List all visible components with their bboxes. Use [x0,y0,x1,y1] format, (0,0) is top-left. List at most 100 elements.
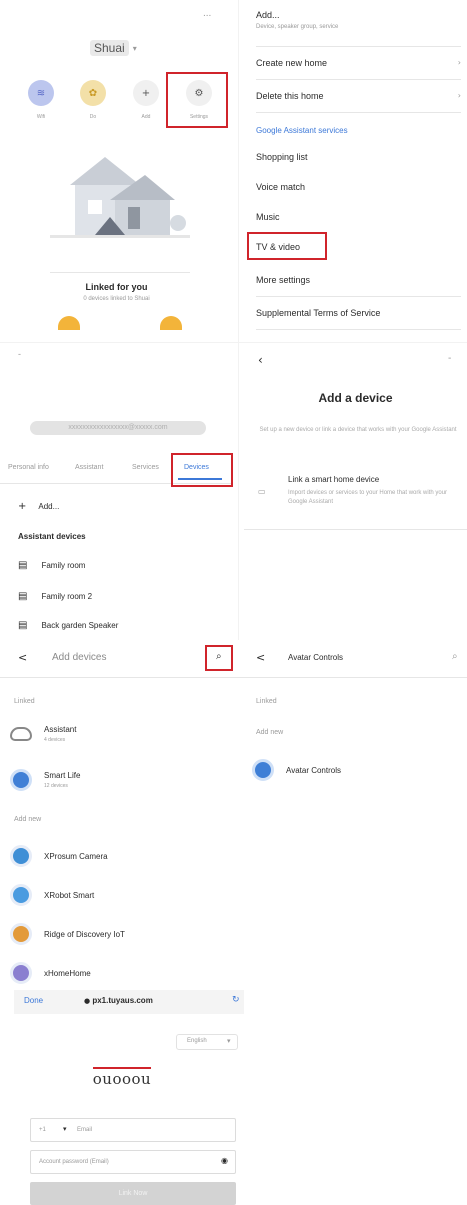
divider [50,272,190,273]
new-service-row[interactable]: Ridge of Discovery IoT [10,923,125,945]
option-subtitle: Import devices or services to your Home … [288,490,448,505]
done-button[interactable]: Done [24,996,43,1005]
home-selector[interactable]: Shuai ▾ [90,40,137,56]
tab-services[interactable]: Services [132,464,159,471]
linked-service-row[interactable]: Assistant 4 devices [10,725,76,743]
avatar-logo-icon [252,759,274,781]
highlight-settings [166,72,228,128]
new-service-row[interactable]: XProsum Camera [10,845,108,867]
option-title: Link a smart home device [288,475,380,484]
section-header: Add new [256,729,284,736]
new-service-row[interactable]: XRobot Smart [10,884,94,906]
speaker-icon: ▤ [18,620,28,631]
account-panel: - xxxxxxxxxxxxxxxxx@xxxxx.com Personal i… [0,345,233,640]
highlight-tv-video [247,232,327,260]
service-more-settings[interactable]: More settings [256,275,310,285]
link-now-button[interactable]: Link Now [30,1182,236,1205]
section-header: Assistant devices [18,532,86,541]
divider [0,677,244,678]
phone-field[interactable]: +1 ▾ Email [30,1118,236,1142]
country-code: +1 [39,1127,46,1133]
url-bar[interactable]: ● px1.tuyaus.com [84,996,153,1005]
linked-subtitle: 0 devices linked to Shuai [83,296,150,302]
service-name: xHomeHome [44,968,91,978]
service-voice-match[interactable]: Voice match [256,182,305,192]
device-row[interactable]: ▤ Back garden Speaker [18,620,118,631]
password-field[interactable]: Account password (Email) ◉ [30,1150,236,1174]
result-name: Avatar Controls [286,765,341,775]
add-new-list-panel: XProsum Camera XRobot Smart Ridge of Disco… [0,825,244,990]
bulb-icon[interactable]: ✿ [80,80,106,106]
panel-separator [238,0,239,640]
divider [256,46,461,47]
add-label: Add... [38,502,60,511]
speaker-icon: ▤ [18,591,28,602]
device-row[interactable]: ▤ Family room 2 [18,591,92,602]
device-name: Family room [41,561,86,570]
overflow-menu-icon[interactable]: ... [203,8,211,19]
back-arrow-icon[interactable]: < [18,651,27,664]
page-description: Set up a new device or link a device tha… [259,427,457,433]
settings-item-delete-home[interactable]: Delete this home › [256,91,461,101]
bulb-icon [58,316,80,330]
smart-life-icon [10,769,32,791]
page-title: Add devices [52,652,107,663]
divider [256,329,461,330]
linked-title: Linked for you [85,282,148,292]
service-name: XProsum Camera [44,851,108,861]
search-query[interactable]: Avatar Controls [288,653,343,662]
service-terms[interactable]: Supplemental Terms of Service [256,308,380,318]
chevron-down-icon: ▾ [227,1037,231,1045]
cloud-icon [10,727,32,741]
login-panel: Done ● px1.tuyaus.com ↻ English ▾ ouooou… [0,990,244,1205]
new-service-row[interactable]: xHomeHome [10,962,91,984]
tab-personal-info[interactable]: Personal info [8,464,49,471]
plus-icon[interactable]: + [133,80,159,106]
shortcut-label: Add [141,114,151,120]
eye-icon[interactable]: ◉ [221,1156,228,1165]
item-label: Create new home [256,58,328,68]
highlight-search [205,645,233,671]
add-devices-panel: < Add devices ⌕ Linked Assistant 4 device… [0,643,244,825]
search-result-panel: < Avatar Controls ⌕ Linked Add new Avata… [244,643,467,843]
tab-assistant[interactable]: Assistant [75,464,103,471]
camera-logo-icon [10,845,32,867]
divider [256,79,461,80]
chevron-down-icon: ▾ [132,43,137,53]
browser-bar: Done ● px1.tuyaus.com ↻ [14,990,244,1014]
lock-icon: ● [84,997,91,1005]
reload-icon[interactable]: ↻ [232,995,240,1005]
service-music[interactable]: Music [256,212,280,222]
settings-item-create-home[interactable]: Create new home › [256,58,461,68]
plus-icon: + [18,501,27,512]
robot-logo-icon [10,884,32,906]
service-shopping-list[interactable]: Shopping list [256,152,308,162]
overflow-menu-icon[interactable]: - [448,353,451,364]
home-panel: ... Shuai ▾ ≋ Wifi ✿ Do + Add ⚙ Settings Linked… [0,0,233,340]
search-icon[interactable]: ⌕ [452,651,458,662]
language-select[interactable]: English ▾ [176,1034,238,1050]
house-illustration [50,145,190,240]
email-text: xxxxxxxxxxxxxxxxx@xxxxx.com [68,424,168,431]
password-placeholder: Account password (Email) [39,1159,109,1165]
chevron-right-icon: › [457,58,461,67]
service-text: Smart Life 12 devices [44,771,80,789]
service-name: XRobot Smart [44,890,95,900]
item-label: Delete this home [256,91,324,101]
linked-service-row[interactable]: Smart Life 12 devices [10,769,80,791]
logo-text: ouooou [92,1067,152,1088]
service-name: Smart Life [44,771,81,780]
back-arrow-icon[interactable]: < [256,651,265,664]
back-arrow-icon[interactable]: ‹ [258,353,263,367]
email-placeholder: Email [77,1127,93,1133]
settings-item-add[interactable]: Add... Device, speaker group, service [256,10,461,30]
device-row[interactable]: ▤ Family room [18,560,85,571]
link-smart-home-option[interactable]: ▭ Link a smart home device Import device… [254,473,462,523]
section-header: Google Assistant services [256,126,348,135]
section-header: Add new [14,816,42,823]
panel-separator [0,342,467,343]
result-row[interactable]: Avatar Controls [252,759,341,781]
highlight-devices-tab [171,453,233,487]
add-device-row[interactable]: + Add... [18,501,59,512]
wifi-icon[interactable]: ≋ [28,80,54,106]
